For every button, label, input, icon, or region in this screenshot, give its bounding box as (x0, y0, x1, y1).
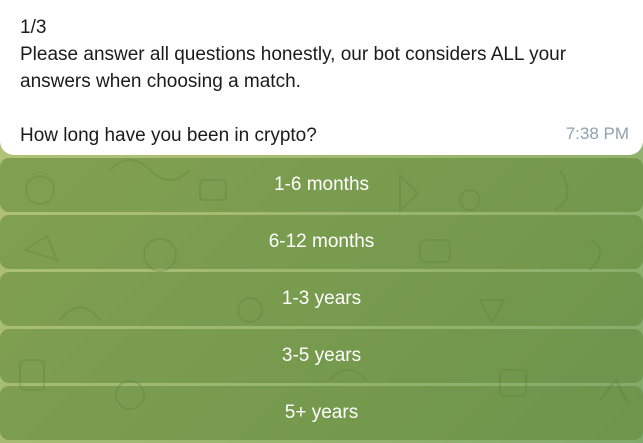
answer-button-5-plus-years[interactable]: 5+ years (0, 386, 643, 440)
question-counter: 1/3 (20, 17, 47, 38)
message-text-line-1: Please answer all questions honestly, ou… (20, 44, 567, 65)
answer-button-1-3-years[interactable]: 1-3 years (0, 272, 643, 326)
message-bubble: 1/3 Please answer all questions honestly… (0, 0, 643, 155)
answer-button-3-5-years[interactable]: 3-5 years (0, 329, 643, 383)
question-text: How long have you been in crypto? (20, 125, 317, 146)
inline-keyboard: 1-6 months 6-12 months 1-3 years 3-5 yea… (0, 158, 643, 443)
message-timestamp: 7:38 PM (565, 124, 629, 143)
message-text-line-2: answers when choosing a match. (20, 71, 301, 92)
chat-background: 1/3 Please answer all questions honestly… (0, 0, 643, 443)
answer-button-6-12-months[interactable]: 6-12 months (0, 215, 643, 269)
answer-button-1-6-months[interactable]: 1-6 months (0, 158, 643, 212)
